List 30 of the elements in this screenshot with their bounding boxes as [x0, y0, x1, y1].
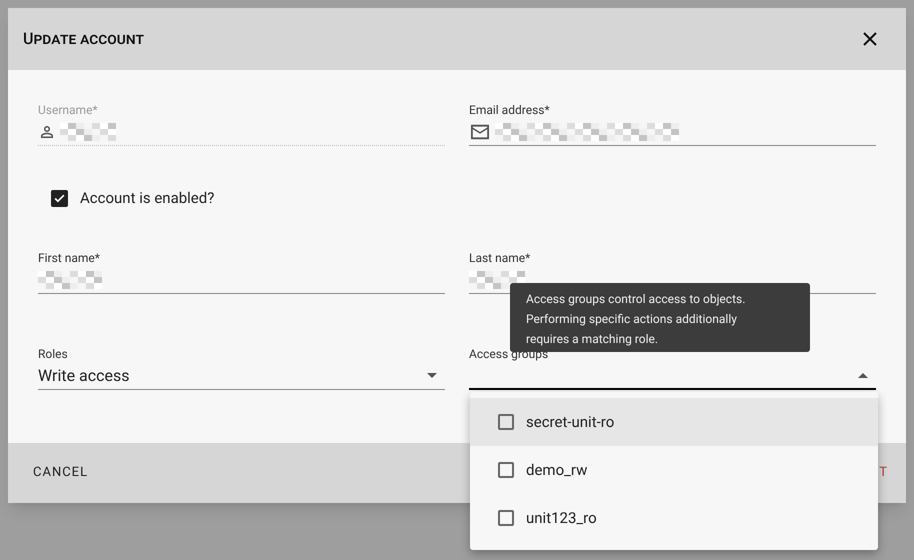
- redacted-drawing: [60, 122, 116, 140]
- redacted-drawing: [469, 270, 525, 288]
- cancel-button[interactable]: CANCEL: [25, 455, 96, 491]
- field-label: Username*: [38, 102, 99, 118]
- mail-icon: [469, 122, 491, 140]
- caret-icon: [858, 372, 868, 378]
- caret-icon: [427, 373, 437, 378]
- menu-option[interactable]: unit123_ro: [470, 494, 878, 542]
- checkbox[interactable]: [498, 414, 514, 430]
- menu-option[interactable]: demo_rw: [470, 446, 878, 494]
- field-label: First name*: [38, 250, 101, 266]
- redacted-drawing: [38, 270, 102, 288]
- tooltip-text: Performing specific actions additionally: [526, 311, 738, 328]
- tooltip-text: requires a matching role.: [526, 331, 660, 348]
- menu-option[interactable]: secret-unit-ro: [470, 398, 878, 446]
- tooltip-text: Access groups control access to objects.: [526, 291, 746, 308]
- checkbox[interactable]: [498, 462, 514, 478]
- check-icon: [53, 192, 66, 204]
- select-field[interactable]: Write access: [38, 362, 445, 390]
- close-icon: [863, 32, 877, 46]
- field-label: Roles: [38, 346, 69, 362]
- field-label: Email address*: [469, 102, 551, 118]
- field-label: Last name*: [469, 250, 532, 266]
- checkbox[interactable]: [51, 190, 68, 206]
- option-label: unit123_ro: [526, 508, 597, 529]
- checkbox[interactable]: [498, 510, 514, 526]
- option-label: secret-unit-ro: [526, 412, 614, 433]
- dialog-title: Update account: [23, 28, 144, 50]
- option-label: demo_rw: [526, 460, 588, 481]
- checkbox-label: Account is enabled?: [80, 188, 214, 209]
